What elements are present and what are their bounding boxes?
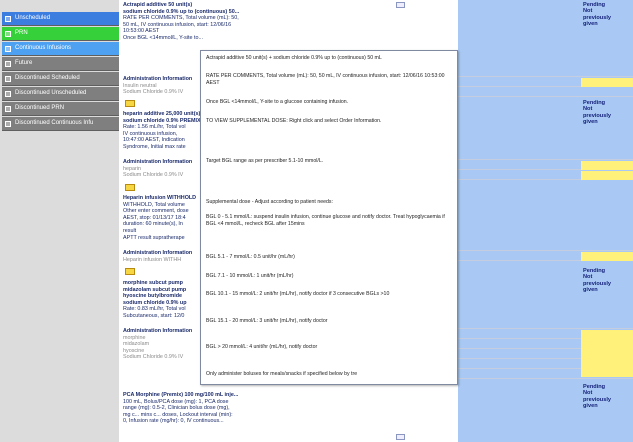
category-icon: [5, 30, 11, 37]
status-text: given: [583, 403, 598, 410]
due-cell[interactable]: [581, 252, 633, 261]
tooltip-line: Only administer boluses for meals/snacks…: [206, 371, 358, 377]
category-icon: [5, 90, 11, 97]
order-line: 50 mL, IV continuous infusion, start: 12…: [123, 21, 232, 28]
due-cell[interactable]: [581, 171, 633, 180]
sidebar-item-discontinued-continuous[interactable]: Discontinued Continuous Infu: [2, 117, 119, 131]
sidebar-item-discontinued-prn[interactable]: Discontinued PRN: [2, 102, 119, 116]
tooltip-line: RATE PER COMMENTS, Total volume (mL): 50…: [206, 73, 445, 86]
status-text: given: [583, 119, 598, 126]
sidebar-item-discontinued-unscheduled[interactable]: Discontinued Unscheduled: [2, 87, 119, 101]
sidebar-item-future[interactable]: Future: [2, 57, 119, 71]
order-line: Once BGL <14mmol/L, Y-site to...: [123, 34, 203, 41]
sidebar-item-label: Unscheduled: [15, 14, 51, 21]
order-details-tooltip: Actrapid additive 50 unit(s) + sodium ch…: [200, 50, 458, 385]
order-actrapid[interactable]: Actrapid additive 50 unit(s) sodium chlo…: [123, 2, 377, 42]
tooltip-line: TO VIEW SUPPLEMENTAL DOSE: Right click a…: [206, 118, 382, 124]
tooltip-line: BGL 10.1 - 15 mmol/L: 2 unit/hr (mL/hr),…: [206, 291, 390, 297]
tooltip-line: Once BGL <14mmol/L, Y-site to a glucose …: [206, 99, 349, 105]
order-line: PCA Morphine (Premix) 100 mg/100 mL inje…: [123, 392, 239, 398]
due-cell[interactable]: [581, 161, 633, 170]
sidebar-item-label: PRN: [15, 29, 28, 36]
tooltip-line: Actrapid additive 50 unit(s) + sodium ch…: [206, 55, 382, 61]
plan-icon[interactable]: [125, 100, 135, 107]
sidebar-item-label: Future: [15, 59, 33, 66]
sidebar-item-label: Discontinued PRN: [15, 104, 65, 111]
sidebar-item-discontinued-scheduled[interactable]: Discontinued Scheduled: [2, 72, 119, 86]
order-line: 100 mL, Bolus/PCA dose (mg): 1, PCA dose: [123, 398, 229, 405]
status-text: given: [583, 287, 598, 294]
due-cell[interactable]: [581, 78, 633, 87]
order-line: Actrapid additive 50 unit(s): [123, 2, 193, 8]
expand-handle[interactable]: [396, 434, 405, 440]
category-icon: [5, 15, 11, 22]
status-pending[interactable]: Pending Not previously given: [583, 2, 611, 28]
plan-icon[interactable]: [125, 268, 135, 275]
status-pending[interactable]: Pending Not previously given: [583, 268, 611, 294]
order-line: range (mg): 0.5-2, Clinician bolus dose …: [123, 405, 230, 412]
order-line: 0, Infusion rate (mg/hr): 0, IV continuo…: [123, 418, 224, 425]
tooltip-line: Supplemental dose - Adjust according to …: [206, 199, 333, 205]
order-line: 10:53:00 AEST: [123, 28, 160, 35]
category-icon: [5, 120, 11, 127]
category-sidebar: Unscheduled PRN Continuous Infusions Fut…: [0, 0, 119, 442]
tooltip-line: BGL > 20 mmol/L: 4 unit/hr (mL/hr), noti…: [206, 344, 318, 350]
tooltip-line: BGL 0 - 5.1 mmol/L: suspend insulin infu…: [206, 214, 445, 227]
order-line: sodium chloride 0.9% up to (continuous) …: [123, 8, 240, 15]
tooltip-line: BGL 5.1 - 7 mmol/L: 0.5 unit/hr (mL/hr): [206, 254, 295, 260]
tooltip-line: Target BGL range as per prescriber 5.1-1…: [206, 158, 324, 164]
order-line: RATE PER COMMENTS, Total volume (mL): 50…: [123, 15, 239, 22]
sidebar-item-label: Discontinued Unscheduled: [15, 89, 87, 96]
sidebar-item-label: Continuous Infusions: [15, 44, 72, 51]
category-icon: [5, 60, 11, 67]
status-pending[interactable]: Pending Not previously given: [583, 384, 611, 410]
sidebar-item-label: Discontinued Continuous Infu: [15, 119, 94, 126]
category-icon: [5, 75, 11, 82]
status-text: given: [583, 21, 598, 28]
tooltip-line: BGL 7.1 - 10 mmol/L: 1 unit/hr (mL/hr): [206, 273, 294, 279]
plan-icon[interactable]: [125, 184, 135, 191]
sidebar-item-label: Discontinued Scheduled: [15, 74, 80, 81]
expand-handle[interactable]: [396, 2, 405, 8]
sidebar-item-unscheduled[interactable]: Unscheduled: [2, 12, 119, 26]
category-icon: [5, 105, 11, 112]
order-line: mg c... mins c... doses, Lockout interva…: [123, 411, 233, 418]
sidebar-item-continuous-infusions[interactable]: Continuous Infusions: [2, 42, 119, 56]
status-pending[interactable]: Pending Not previously given: [583, 100, 611, 126]
sidebar-item-prn[interactable]: PRN: [2, 27, 119, 41]
due-cell[interactable]: [581, 330, 633, 377]
grid-column: [458, 0, 580, 442]
tooltip-line: BGL 15.1 - 20 mmol/L: 3 unit/hr (mL/hr),…: [206, 318, 328, 324]
order-pca-morphine[interactable]: PCA Morphine (Premix) 100 mg/100 mL inje…: [123, 392, 377, 425]
category-icon: [5, 45, 11, 52]
